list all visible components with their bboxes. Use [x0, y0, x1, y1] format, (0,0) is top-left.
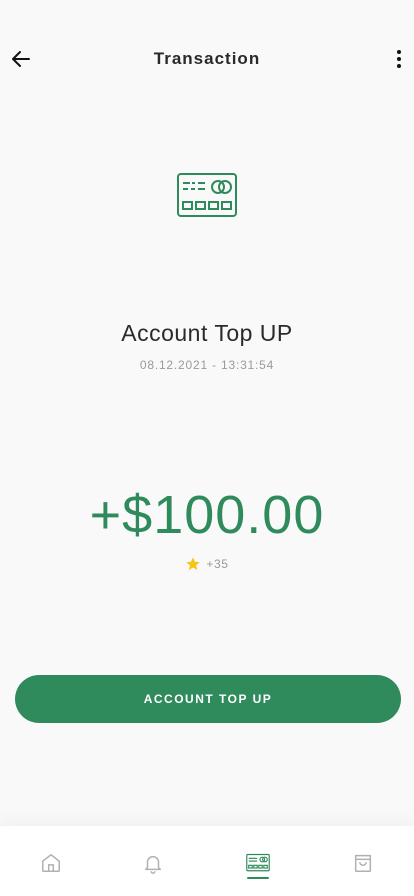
- bell-icon: [144, 855, 162, 874]
- home-icon: [42, 854, 60, 872]
- credit-card-icon: [246, 853, 270, 872]
- points-value: +35: [206, 557, 229, 571]
- tab-home[interactable]: [36, 848, 66, 878]
- credit-card-icon: [177, 173, 237, 217]
- shopping-bag-icon: [354, 854, 372, 872]
- reward-points: +35: [0, 556, 414, 572]
- tab-notifications[interactable]: [138, 848, 168, 878]
- app-header: Transaction: [0, 40, 414, 80]
- more-vertical-icon: [397, 50, 401, 54]
- bottom-tab-bar: [0, 826, 414, 896]
- transaction-name: Account Top UP: [121, 320, 293, 346]
- active-tab-indicator: [247, 877, 269, 879]
- transaction-datetime: 08.12.2021 - 13:31:54: [139, 358, 275, 372]
- star-icon: [186, 557, 201, 570]
- account-top-up-button[interactable]: ACCOUNT TOP UP: [15, 675, 401, 723]
- tab-shop[interactable]: [348, 848, 378, 878]
- tab-card[interactable]: [243, 848, 273, 878]
- transaction-type-icon: [176, 172, 238, 220]
- transaction-amount: +$100.00: [89, 485, 325, 545]
- more-options-button[interactable]: [392, 48, 406, 70]
- page-title: Transaction: [153, 49, 261, 68]
